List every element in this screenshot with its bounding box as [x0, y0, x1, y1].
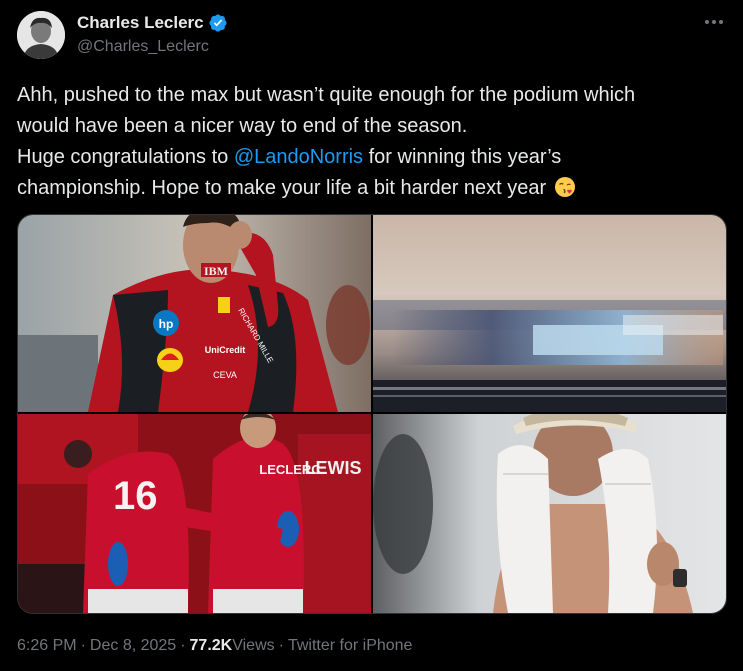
- avatar[interactable]: [17, 11, 65, 59]
- tweet-text-fragment: Huge congratulations to: [17, 146, 234, 168]
- display-name[interactable]: Charles Leclerc: [77, 12, 204, 34]
- svg-text:CEVA: CEVA: [213, 370, 237, 380]
- tweet-text-line: Ahh, pushed to the max but wasn’t quite …: [17, 84, 636, 106]
- verified-badge-icon: [208, 13, 228, 33]
- photo-driver-with-towel[interactable]: [373, 414, 726, 613]
- mention-link[interactable]: @LandoNorris: [234, 146, 363, 168]
- photo-drivers-back-view[interactable]: LEWIS 16 LECLERC: [18, 414, 371, 613]
- svg-text:IBM: IBM: [204, 264, 228, 278]
- svg-text:hp: hp: [159, 317, 174, 331]
- tweet-meta: 6:26 PM · Dec 8, 2025 · 77.2K Views · Tw…: [17, 634, 412, 658]
- meta-separator: ·: [80, 637, 86, 654]
- tweet-source[interactable]: Twitter for iPhone: [288, 634, 413, 658]
- tweet-text-line: Huge congratulations to @LandoNorris for…: [17, 142, 727, 173]
- tweet-time[interactable]: 6:26 PM: [17, 634, 77, 658]
- author-name-row: Charles Leclerc: [77, 12, 228, 34]
- tweet: Charles Leclerc @Charles_Leclerc Ahh, pu…: [0, 0, 743, 671]
- tweet-text-line: would have been a nicer way to end of th…: [17, 115, 468, 137]
- meta-separator: ·: [278, 637, 284, 654]
- photo-motion-blur-track[interactable]: [373, 215, 726, 412]
- svg-text:UniCredit: UniCredit: [205, 345, 246, 355]
- kiss-face-emoji-icon: [554, 176, 576, 198]
- svg-text:LECLERC: LECLERC: [259, 462, 321, 477]
- tweet-date[interactable]: Dec 8, 2025: [90, 634, 176, 658]
- tweet-text-line: championship. Hope to make your life a b…: [17, 173, 727, 204]
- photo-driver-race-suit[interactable]: hp IBM UniCredit CEVA RICHARD MILLE: [18, 215, 371, 412]
- tweet-text-fragment: championship. Hope to make your life a b…: [17, 177, 547, 199]
- views-label: Views: [232, 637, 275, 654]
- tweet-text: Ahh, pushed to the max but wasn’t quite …: [17, 80, 727, 204]
- svg-text:16: 16: [113, 474, 158, 518]
- media-grid: hp IBM UniCredit CEVA RICHARD MILLE LEWI…: [17, 214, 727, 614]
- author-handle[interactable]: @Charles_Leclerc: [77, 37, 209, 57]
- meta-separator: ·: [180, 637, 186, 654]
- views-count: 77.2K: [189, 637, 233, 654]
- tweet-text-fragment: for winning this year’s: [363, 146, 562, 168]
- more-options-icon[interactable]: [703, 12, 725, 32]
